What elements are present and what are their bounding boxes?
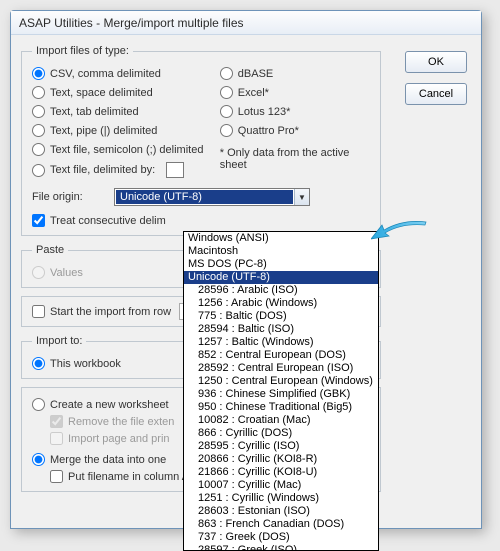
radio-semicolon[interactable]: Text file, semicolon (;) delimited [32,143,220,156]
file-origin-selected: Unicode (UTF-8) [116,190,293,204]
dropdown-item[interactable]: 28603 : Estonian (ISO) [184,505,378,518]
dropdown-item[interactable]: 10082 : Croatian (Mac) [184,414,378,427]
dropdown-item[interactable]: 28592 : Central European (ISO) [184,362,378,375]
radio-pipe[interactable]: Text, pipe (|) delimited [32,124,220,137]
dropdown-item[interactable]: 28595 : Cyrillic (ISO) [184,440,378,453]
window-title: ASAP Utilities - Merge/import multiple f… [19,16,244,30]
filetypes-note: * Only data from the active sheet [220,147,370,171]
radio-dbase[interactable]: dBASE [220,67,370,80]
radio-lotus[interactable]: Lotus 123* [220,105,370,118]
cancel-button[interactable]: Cancel [405,83,467,105]
dropdown-item[interactable]: 21866 : Cyrillic (KOI8-U) [184,466,378,479]
file-origin-combo[interactable]: Unicode (UTF-8) ▼ [114,188,310,206]
dropdown-item[interactable]: 936 : Chinese Simplified (GBK) [184,388,378,401]
file-origin-label: File origin: [32,191,104,203]
dropdown-item[interactable]: 20866 : Cyrillic (KOI8-R) [184,453,378,466]
dropdown-item[interactable]: Windows (ANSI) [184,232,378,245]
dropdown-item[interactable]: 1250 : Central European (Windows) [184,375,378,388]
radio-csv[interactable]: CSV, comma delimited [32,67,220,80]
dropdown-item[interactable]: 28597 : Greek (ISO) [184,544,378,551]
dropdown-item[interactable]: MS DOS (PC-8) [184,258,378,271]
check-treat-consecutive[interactable]: Treat consecutive delim [32,214,370,227]
dropdown-item[interactable]: 852 : Central European (DOS) [184,349,378,362]
paste-legend: Paste [32,244,68,256]
dropdown-item[interactable]: 1251 : Cyrillic (Windows) [184,492,378,505]
dropdown-item[interactable]: Macintosh [184,245,378,258]
dialog-window: ASAP Utilities - Merge/import multiple f… [10,10,482,529]
radio-custom-delim[interactable]: Text file, delimited by: [32,162,220,178]
ok-button[interactable]: OK [405,51,467,73]
dropdown-item[interactable]: 737 : Greek (DOS) [184,531,378,544]
file-origin-dropdown[interactable]: Windows (ANSI)MacintoshMS DOS (PC-8)Unic… [183,231,379,551]
dropdown-item[interactable]: 28594 : Baltic (ISO) [184,323,378,336]
radio-excel[interactable]: Excel* [220,86,370,99]
dropdown-item[interactable]: 863 : French Canadian (DOS) [184,518,378,531]
dropdown-item[interactable]: Unicode (UTF-8) [184,271,378,284]
filetypes-group: Import files of type: CSV, comma delimit… [21,45,381,236]
dropdown-item[interactable]: 1257 : Baltic (Windows) [184,336,378,349]
importto-legend: Import to: [32,335,86,347]
dropdown-item[interactable]: 1256 : Arabic (Windows) [184,297,378,310]
dropdown-item[interactable]: 10007 : Cyrillic (Mac) [184,479,378,492]
dropdown-item[interactable]: 775 : Baltic (DOS) [184,310,378,323]
dropdown-item[interactable]: 866 : Cyrillic (DOS) [184,427,378,440]
dropdown-item[interactable]: 28596 : Arabic (ISO) [184,284,378,297]
radio-quattro[interactable]: Quattro Pro* [220,124,370,137]
filetypes-legend: Import files of type: [32,45,133,57]
titlebar: ASAP Utilities - Merge/import multiple f… [11,11,481,35]
radio-tab[interactable]: Text, tab delimited [32,105,220,118]
radio-space[interactable]: Text, space delimited [32,86,220,99]
dropdown-item[interactable]: 950 : Chinese Traditional (Big5) [184,401,378,414]
chevron-down-icon[interactable]: ▼ [294,189,309,205]
custom-delim-input[interactable] [166,162,184,178]
